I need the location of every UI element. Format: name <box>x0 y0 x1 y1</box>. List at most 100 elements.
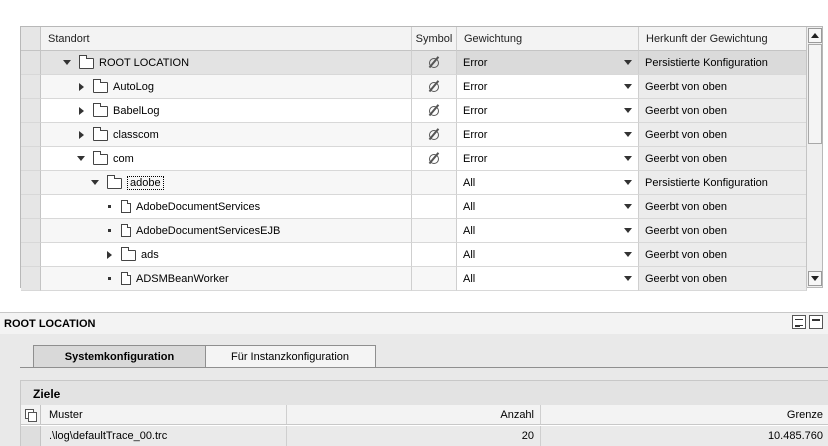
tree-row[interactable]: ads All Geerbt von oben <box>21 243 807 267</box>
tab-systemkonfiguration[interactable]: Systemkonfiguration <box>33 345 206 367</box>
row-selector[interactable] <box>21 243 41 267</box>
row-selector[interactable] <box>21 123 41 147</box>
collapse-toggle-icon[interactable] <box>75 156 87 161</box>
dropdown-arrow-icon[interactable] <box>624 132 632 137</box>
expand-toggle-icon[interactable] <box>75 106 87 115</box>
tree-node[interactable]: AdobeDocumentServicesEJB <box>41 219 412 243</box>
select-all-cell[interactable] <box>21 27 41 51</box>
dropdown-arrow-icon[interactable] <box>624 276 632 281</box>
tree-row[interactable]: AdobeDocumentServicesEJB All Geerbt von ob… <box>21 219 807 243</box>
gewichtung-dropdown[interactable]: All <box>457 243 639 267</box>
tab-fuer-instanzkonfiguration[interactable]: Für Instanzkonfiguration <box>204 345 376 367</box>
gewichtung-dropdown[interactable]: Error <box>457 51 639 75</box>
tree-node[interactable]: ADSMBeanWorker <box>41 267 412 291</box>
tree-node[interactable]: ads <box>41 243 412 267</box>
herkunft-cell: Geerbt von oben <box>639 243 807 267</box>
tree-node-label: ROOT LOCATION <box>99 56 190 69</box>
column-header-herkunft[interactable]: Herkunft der Gewichtung <box>639 27 807 51</box>
dropdown-arrow-icon[interactable] <box>624 108 632 113</box>
collapse-toggle-icon[interactable] <box>61 60 73 65</box>
symbol-cell <box>412 75 457 99</box>
tree-node[interactable]: com <box>41 147 412 171</box>
gewichtung-dropdown[interactable]: All <box>457 171 639 195</box>
herkunft-cell: Geerbt von oben <box>639 75 807 99</box>
expand-toggle-icon[interactable] <box>75 82 87 91</box>
tree-row[interactable]: BabelLog Error Geerbt von oben <box>21 99 807 123</box>
gewichtung-dropdown[interactable]: All <box>457 267 639 291</box>
detail-title: ROOT LOCATION <box>4 318 96 330</box>
dropdown-arrow-icon[interactable] <box>624 84 632 89</box>
row-selector[interactable] <box>21 267 41 291</box>
collapse-toggle-icon-glyph <box>77 156 85 161</box>
scroll-up-icon <box>811 33 819 38</box>
tree-node-label: classcom <box>113 128 159 141</box>
expand-toggle-icon[interactable] <box>75 130 87 139</box>
dropdown-arrow-icon[interactable] <box>624 156 632 161</box>
tree-row[interactable]: ROOT LOCATION Error Persistierte Konfigura… <box>21 51 807 75</box>
dropdown-arrow-icon[interactable] <box>624 60 632 65</box>
column-header-grenze[interactable]: Grenze <box>541 405 828 424</box>
dropdown-arrow-icon[interactable] <box>624 228 632 233</box>
row-selector[interactable] <box>21 147 41 171</box>
severity-symbol-icon <box>429 153 439 164</box>
gewichtung-dropdown[interactable]: All <box>457 219 639 243</box>
gewichtung-dropdown[interactable]: All <box>457 195 639 219</box>
tree-vertical-scrollbar[interactable] <box>806 27 822 287</box>
gewichtung-value: Error <box>463 128 488 141</box>
tree-node[interactable]: adobe <box>41 171 412 195</box>
scroll-down-button[interactable] <box>808 271 822 286</box>
table-row[interactable]: .\log\defaultTrace_00.trc 20 10.485.760 <box>21 426 828 446</box>
column-header-standort[interactable]: Standort <box>41 27 412 51</box>
dropdown-arrow-icon[interactable] <box>624 204 632 209</box>
ziele-table: Ziele Muster Anzahl Grenze .\log\default… <box>20 380 828 446</box>
gewichtung-dropdown[interactable]: Error <box>457 123 639 147</box>
tree-node[interactable]: BabelLog <box>41 99 412 123</box>
expand-toggle-icon-glyph <box>78 82 84 91</box>
column-header-muster[interactable]: Muster <box>41 405 287 424</box>
scroll-up-button[interactable] <box>808 28 822 43</box>
herkunft-cell: Persistierte Konfiguration <box>639 51 807 75</box>
tree-node[interactable]: AutoLog <box>41 75 412 99</box>
collapse-toggle-icon[interactable] <box>89 180 101 185</box>
row-selector[interactable] <box>21 426 41 446</box>
tree-node[interactable]: AdobeDocumentServices <box>41 195 412 219</box>
leaf-bullet-icon <box>103 229 115 232</box>
row-selector[interactable] <box>21 171 41 195</box>
document-icon <box>121 272 131 285</box>
gewichtung-dropdown[interactable]: Error <box>457 99 639 123</box>
folder-icon <box>93 150 108 165</box>
minimize-panel-icon[interactable] <box>809 315 823 329</box>
gewichtung-value: All <box>463 272 476 285</box>
row-selector[interactable] <box>21 195 41 219</box>
expand-toggle-icon[interactable] <box>103 250 115 259</box>
dropdown-arrow-icon[interactable] <box>624 180 632 185</box>
ziele-copy-button[interactable] <box>21 405 41 424</box>
gewichtung-value: All <box>463 248 476 261</box>
column-header-anzahl[interactable]: Anzahl <box>287 405 541 424</box>
tree-node[interactable]: ROOT LOCATION <box>41 51 412 75</box>
dropdown-arrow-icon[interactable] <box>624 252 632 257</box>
herkunft-cell: Geerbt von oben <box>639 99 807 123</box>
tree-row[interactable]: com Error Geerbt von oben <box>21 147 807 171</box>
row-selector[interactable] <box>21 75 41 99</box>
gewichtung-value: Error <box>463 56 488 69</box>
tree-node[interactable]: classcom <box>41 123 412 147</box>
list-view-icon[interactable] <box>792 315 806 329</box>
row-selector[interactable] <box>21 51 41 75</box>
tree-row[interactable]: AutoLog Error Geerbt von oben <box>21 75 807 99</box>
gewichtung-dropdown[interactable]: Error <box>457 75 639 99</box>
leaf-bullet-icon-glyph <box>107 229 111 232</box>
column-header-symbol[interactable]: Symbol <box>412 27 457 51</box>
document-icon <box>121 200 131 213</box>
tree-row[interactable]: adobe All Persistierte Konfiguration <box>21 171 807 195</box>
row-selector[interactable] <box>21 99 41 123</box>
column-header-gewichtung[interactable]: Gewichtung <box>457 27 639 51</box>
row-selector[interactable] <box>21 219 41 243</box>
gewichtung-dropdown[interactable]: Error <box>457 147 639 171</box>
tab-strip-divider <box>20 367 828 368</box>
tree-row[interactable]: AdobeDocumentServices All Geerbt von oben <box>21 195 807 219</box>
ziele-header-row: Muster Anzahl Grenze <box>21 405 828 425</box>
tree-row[interactable]: ADSMBeanWorker All Geerbt von oben <box>21 267 807 291</box>
tree-row[interactable]: classcom Error Geerbt von oben <box>21 123 807 147</box>
scroll-thumb[interactable] <box>808 44 822 144</box>
